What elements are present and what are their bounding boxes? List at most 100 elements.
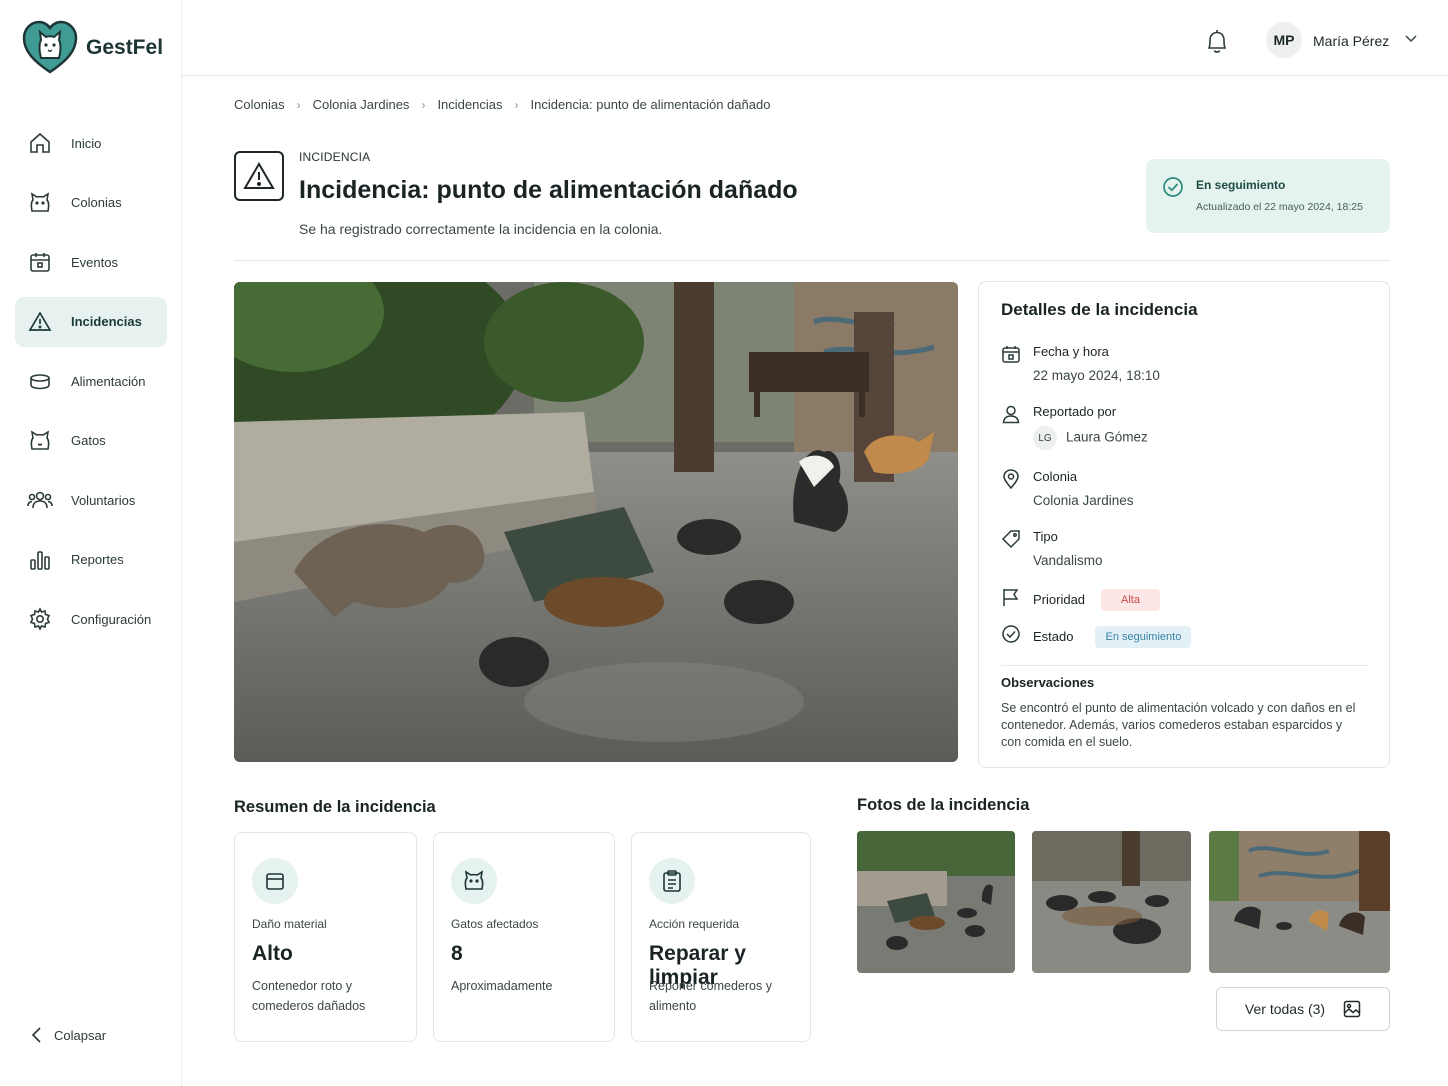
summary-value: Alto	[252, 942, 293, 965]
chevron-right-icon: ›	[296, 97, 301, 112]
top-bar: MP María Pérez	[182, 0, 1448, 76]
bar-chart-icon	[27, 547, 53, 573]
detail-label: Tipo	[1033, 529, 1058, 544]
cat-icon	[27, 428, 53, 454]
summary-desc: Reponer comederos y alimento	[649, 979, 772, 1013]
reporter-name[interactable]: Laura Gómez	[1066, 430, 1148, 445]
user-icon	[1001, 404, 1023, 450]
summary-label: Gatos afectados	[451, 917, 539, 931]
detail-label: Reportado por	[1033, 404, 1117, 419]
sidebar-item-colonias[interactable]: Colonias	[15, 178, 167, 228]
sidebar-item-voluntarios[interactable]: Voluntarios	[15, 475, 167, 525]
sidebar-item-configuracion[interactable]: Configuración	[15, 594, 167, 644]
detail-value[interactable]: Colonia Jardines	[1033, 493, 1134, 508]
calendar-icon	[1001, 344, 1023, 383]
breadcrumb: Colonias › Colonia Jardines › Incidencia…	[234, 97, 770, 112]
summary-desc: Aproximadamente	[451, 979, 553, 993]
sidebar-item-incidencias[interactable]: Incidencias	[15, 296, 167, 347]
observations-text: Se encontró el punto de alimentación vol…	[1001, 701, 1356, 749]
sidebar-item-label: Configuración	[71, 611, 152, 627]
page-subtitle: Se ha registrado correctamente la incide…	[299, 221, 663, 237]
summary-label: Daño material	[252, 917, 327, 931]
breadcrumb-item[interactable]: Colonias	[234, 97, 285, 112]
sidebar: GestFel Inicio Colonias Eventos Incidenc…	[0, 0, 182, 1086]
detail-value: 22 mayo 2024, 18:10	[1033, 368, 1160, 383]
photo-thumbnail[interactable]	[857, 831, 1015, 973]
detail-estado: Estado En seguimiento	[1001, 624, 1192, 649]
incident-main-photo[interactable]	[234, 282, 958, 762]
calendar-icon	[27, 249, 53, 275]
incident-warning-icon	[234, 151, 284, 201]
user-avatar[interactable]: MP	[1266, 22, 1302, 58]
detail-label: Fecha y hora	[1033, 344, 1109, 359]
photo-thumbnail[interactable]	[1032, 831, 1191, 973]
sidebar-item-label: Incidencias	[71, 314, 142, 329]
incident-details-card: Detalles de la incidencia Fecha y hora 2…	[978, 281, 1390, 768]
check-circle-icon	[1163, 177, 1183, 197]
sidebar-item-label: Eventos	[71, 254, 118, 270]
user-name[interactable]: María Pérez	[1313, 33, 1389, 49]
sidebar-item-eventos[interactable]: Eventos	[15, 237, 167, 287]
chevron-down-icon[interactable]	[1404, 34, 1418, 44]
status-badge: En seguimiento	[1095, 625, 1192, 648]
sidebar-item-inicio[interactable]: Inicio	[15, 118, 167, 168]
status-card: En seguimiento Actualizado el 22 mayo 20…	[1146, 159, 1390, 233]
warning-icon	[27, 309, 53, 335]
sidebar-item-label: Colonias	[71, 195, 122, 210]
detail-fecha: Fecha y hora 22 mayo 2024, 18:10	[1001, 344, 1160, 383]
detail-value: LG Laura Gómez	[1033, 426, 1148, 450]
detail-label: Colonia	[1033, 469, 1078, 484]
summary-label: Acción requerida	[649, 917, 740, 931]
page-title: Incidencia: punto de alimentación dañado	[299, 176, 798, 204]
priority-badge: Alta	[1101, 588, 1160, 611]
tag-icon	[1001, 529, 1023, 568]
summary-desc: Contenedor roto y comederos dañados	[252, 979, 366, 1013]
sidebar-item-gatos[interactable]: Gatos	[15, 416, 167, 466]
box-icon	[252, 858, 298, 904]
view-all-label: Ver todas (3)	[1244, 1001, 1326, 1017]
breadcrumb-item[interactable]: Colonia Jardines	[313, 97, 410, 112]
cat-face-icon	[451, 858, 497, 904]
view-all-photos-button[interactable]: Ver todas (3)	[1216, 987, 1390, 1031]
divider	[1001, 665, 1369, 666]
detail-reportado: Reportado por LG Laura Gómez	[1001, 404, 1148, 450]
sidebar-item-reportes[interactable]: Reportes	[15, 535, 167, 585]
bowl-icon	[27, 368, 53, 394]
sidebar-item-label: Alimentación	[71, 373, 146, 389]
photos-title: Fotos de la incidencia	[857, 796, 1030, 814]
status-updated: Actualizado el 22 mayo 2024, 18:25	[1196, 201, 1363, 213]
chevron-left-icon	[31, 1027, 41, 1043]
brand-logo[interactable]: GestFel	[22, 20, 163, 76]
flag-icon	[1001, 587, 1023, 612]
gear-icon	[27, 606, 53, 632]
detail-label: Prioridad	[1033, 592, 1086, 607]
details-title: Detalles de la incidencia	[1001, 300, 1198, 319]
sidebar-item-label: Reportes	[71, 552, 124, 567]
home-icon	[27, 130, 53, 156]
collapse-label: Colapsar	[54, 1027, 107, 1043]
clipboard-icon	[649, 858, 695, 904]
sidebar-item-label: Gatos	[71, 433, 106, 448]
page-kicker: INCIDENCIA	[299, 150, 371, 164]
summary-card-cats: Gatos afectados 8 Aproximadamente	[433, 832, 615, 1042]
summary-title: Resumen de la incidencia	[234, 798, 436, 816]
status-title: En seguimiento	[1196, 178, 1286, 192]
detail-tipo: Tipo Vandalismo	[1001, 529, 1103, 568]
summary-card-action: Acción requerida Reparar y limpiar Repon…	[631, 832, 811, 1042]
sidebar-item-alimentacion[interactable]: Alimentación	[15, 356, 167, 406]
collapse-sidebar-button[interactable]: Colapsar	[30, 1026, 106, 1044]
check-circle-icon	[1001, 624, 1023, 649]
detail-label: Estado	[1033, 629, 1074, 644]
reporter-avatar: LG	[1033, 426, 1057, 450]
people-icon	[27, 487, 53, 513]
brand-name: GestFel	[86, 36, 164, 59]
sidebar-item-label: Inicio	[71, 135, 102, 151]
breadcrumb-current: Incidencia: punto de alimentación dañado	[530, 97, 771, 112]
observations-label: Observaciones	[1001, 675, 1095, 690]
bell-icon[interactable]	[1204, 28, 1230, 56]
chevron-right-icon: ›	[421, 97, 426, 112]
photo-thumbnail[interactable]	[1209, 831, 1390, 973]
breadcrumb-item[interactable]: Incidencias	[437, 97, 502, 112]
chevron-right-icon: ›	[514, 97, 519, 112]
detail-prioridad: Prioridad Alta	[1001, 587, 1160, 612]
